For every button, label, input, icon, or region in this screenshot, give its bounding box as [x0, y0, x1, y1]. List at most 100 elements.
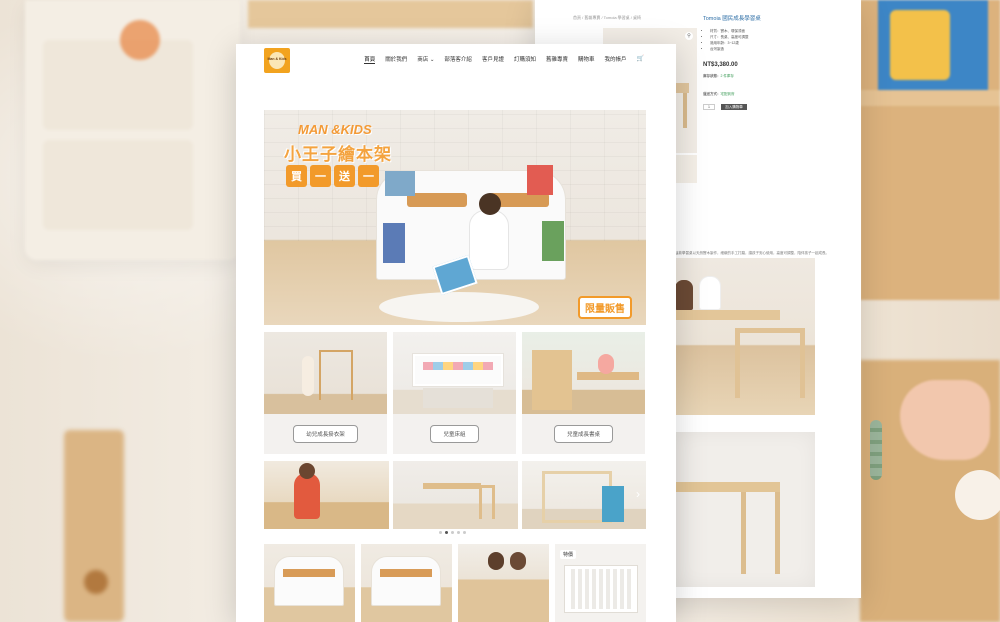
slide[interactable]: › [522, 461, 646, 529]
shipping-status: 運送方式：宅配到府 [703, 92, 735, 97]
nav-about[interactable]: 關於我們 [385, 55, 407, 64]
slide[interactable] [393, 461, 518, 529]
background-wall-organizer [25, 0, 240, 260]
clothes-rack [319, 350, 353, 400]
category-button[interactable]: 兒童床組 [430, 425, 479, 443]
category-footer: 兒童床組 [393, 414, 516, 454]
book [542, 221, 564, 261]
product-card[interactable] [361, 544, 452, 622]
category-card[interactable]: 兒童床組 [393, 332, 516, 454]
category-row: 幼兒成長掛衣架 兒童床組 兒童成長書桌 [264, 332, 646, 454]
feature-item: 台灣製造 [710, 46, 749, 52]
product-card[interactable]: 特價 [555, 544, 646, 622]
image-slider[interactable]: › [264, 461, 646, 529]
category-button[interactable]: 兒童成長書桌 [553, 425, 613, 443]
table-top [675, 482, 780, 492]
product-card[interactable] [458, 544, 549, 622]
promo-char: 一 [310, 165, 331, 187]
slider-dot-active[interactable] [445, 531, 448, 534]
storage-figure [602, 486, 624, 522]
storefront-page: Man & Kids 首頁 關於我們 商店 ⌄ 部落客介紹 客戶見證 訂購須知 … [236, 44, 676, 622]
category-button[interactable]: 幼兒成長掛衣架 [293, 425, 358, 443]
book [527, 165, 553, 195]
category-photo[interactable] [393, 332, 516, 414]
zoom-icon[interactable]: ⚲ [685, 32, 693, 40]
stock-value: 2 件庫存 [720, 74, 734, 78]
organizer-decoration [120, 20, 160, 60]
kid-figure [598, 354, 614, 374]
background-top-shelf [248, 0, 533, 28]
shipping-value: 宅配到府 [720, 92, 735, 96]
category-photo[interactable] [264, 332, 387, 414]
shelf-figure [532, 350, 572, 410]
nav-cart[interactable]: 購物車 [578, 55, 595, 64]
slider-dot[interactable] [457, 531, 460, 534]
organizer-pocket [43, 140, 193, 230]
sale-badge: 特價 [560, 550, 577, 559]
background-shelf-board [860, 90, 1000, 106]
table-figure [423, 483, 481, 489]
chair-figure [479, 485, 495, 519]
product-grid: 特價 [264, 544, 646, 622]
bed-figure [413, 354, 503, 386]
kid-figure [469, 193, 509, 270]
nav-home[interactable]: 首頁 [364, 55, 376, 64]
bed-drawer [423, 388, 493, 408]
background-cup [955, 470, 1000, 520]
slide[interactable] [264, 461, 389, 529]
slider-dot[interactable] [451, 531, 454, 534]
nav-clearance[interactable]: 舊雜專賣 [546, 55, 568, 64]
hero-promo: 買 一 送 一 [286, 165, 379, 187]
background-bookshelf [860, 0, 1000, 300]
category-footer: 幼兒成長掛衣架 [264, 414, 387, 454]
nav-testimonials[interactable]: 客戶見證 [482, 55, 504, 64]
background-chair [64, 430, 124, 622]
slider-dot[interactable] [463, 531, 466, 534]
shipping-label: 運送方式： [703, 92, 721, 96]
crib-figure [565, 566, 637, 612]
background-bracelet [870, 420, 882, 480]
nav-order-info[interactable]: 訂購須知 [514, 55, 536, 64]
book [385, 171, 415, 196]
table-leg [775, 492, 780, 574]
product-photo-table [675, 432, 815, 587]
promo-char: 買 [286, 165, 307, 187]
promo-char: 一 [358, 165, 379, 187]
chair-knob [84, 570, 108, 594]
table-top [675, 310, 780, 320]
nav-bloggers[interactable]: 部落客介紹 [444, 55, 472, 64]
shelf-board [407, 193, 467, 207]
kid-figure [510, 552, 526, 570]
hero-brand: MAN &KIDS [298, 122, 372, 137]
organizer-pocket [43, 40, 193, 130]
product-price: NT$3,380.00 [703, 62, 738, 68]
chevron-right-icon[interactable]: › [636, 487, 640, 501]
nav-shop-label: 商店 [417, 57, 429, 63]
chevron-down-icon: ⌄ [429, 57, 435, 63]
hero-banner[interactable]: MAN &KIDS 小王子繪本架 買 一 送 一 限量販售 [264, 110, 646, 325]
category-card[interactable]: 兒童成長書桌 [522, 332, 645, 454]
product-card[interactable] [264, 544, 355, 622]
kid-head [479, 193, 501, 215]
slider-dot[interactable] [439, 531, 442, 534]
stock-status: 庫存狀態：2 件庫存 [703, 74, 734, 79]
quantity-input[interactable]: 1 [703, 104, 715, 110]
kid-figure [302, 356, 314, 396]
category-photo[interactable] [522, 332, 645, 414]
kid-figure [699, 276, 721, 310]
promo-char: 送 [334, 165, 355, 187]
cart-icon[interactable]: 🛒 [637, 55, 644, 64]
rug [379, 292, 539, 322]
site-logo[interactable]: Man & Kids [264, 48, 290, 73]
kid-figure [488, 552, 504, 570]
nav-shop[interactable]: 商店 ⌄ [417, 55, 434, 64]
category-card[interactable]: 幼兒成長掛衣架 [264, 332, 387, 454]
nav-account[interactable]: 我的帳戶 [605, 55, 627, 64]
limited-badge: 限量販售 [578, 296, 632, 319]
bookshelf-figure [274, 556, 344, 606]
breadcrumb[interactable]: 首頁 / 舊雜專賣 / Tomoia 學習桌 / 桌椅 [573, 15, 641, 21]
add-to-cart-button[interactable]: 加入購物車 [721, 104, 747, 110]
category-footer: 兒童成長書桌 [522, 414, 645, 454]
table-leg [683, 93, 687, 128]
main-nav: 首頁 關於我們 商店 ⌄ 部落客介紹 客戶見證 訂購須知 舊雜專賣 購物車 我的… [364, 55, 644, 64]
